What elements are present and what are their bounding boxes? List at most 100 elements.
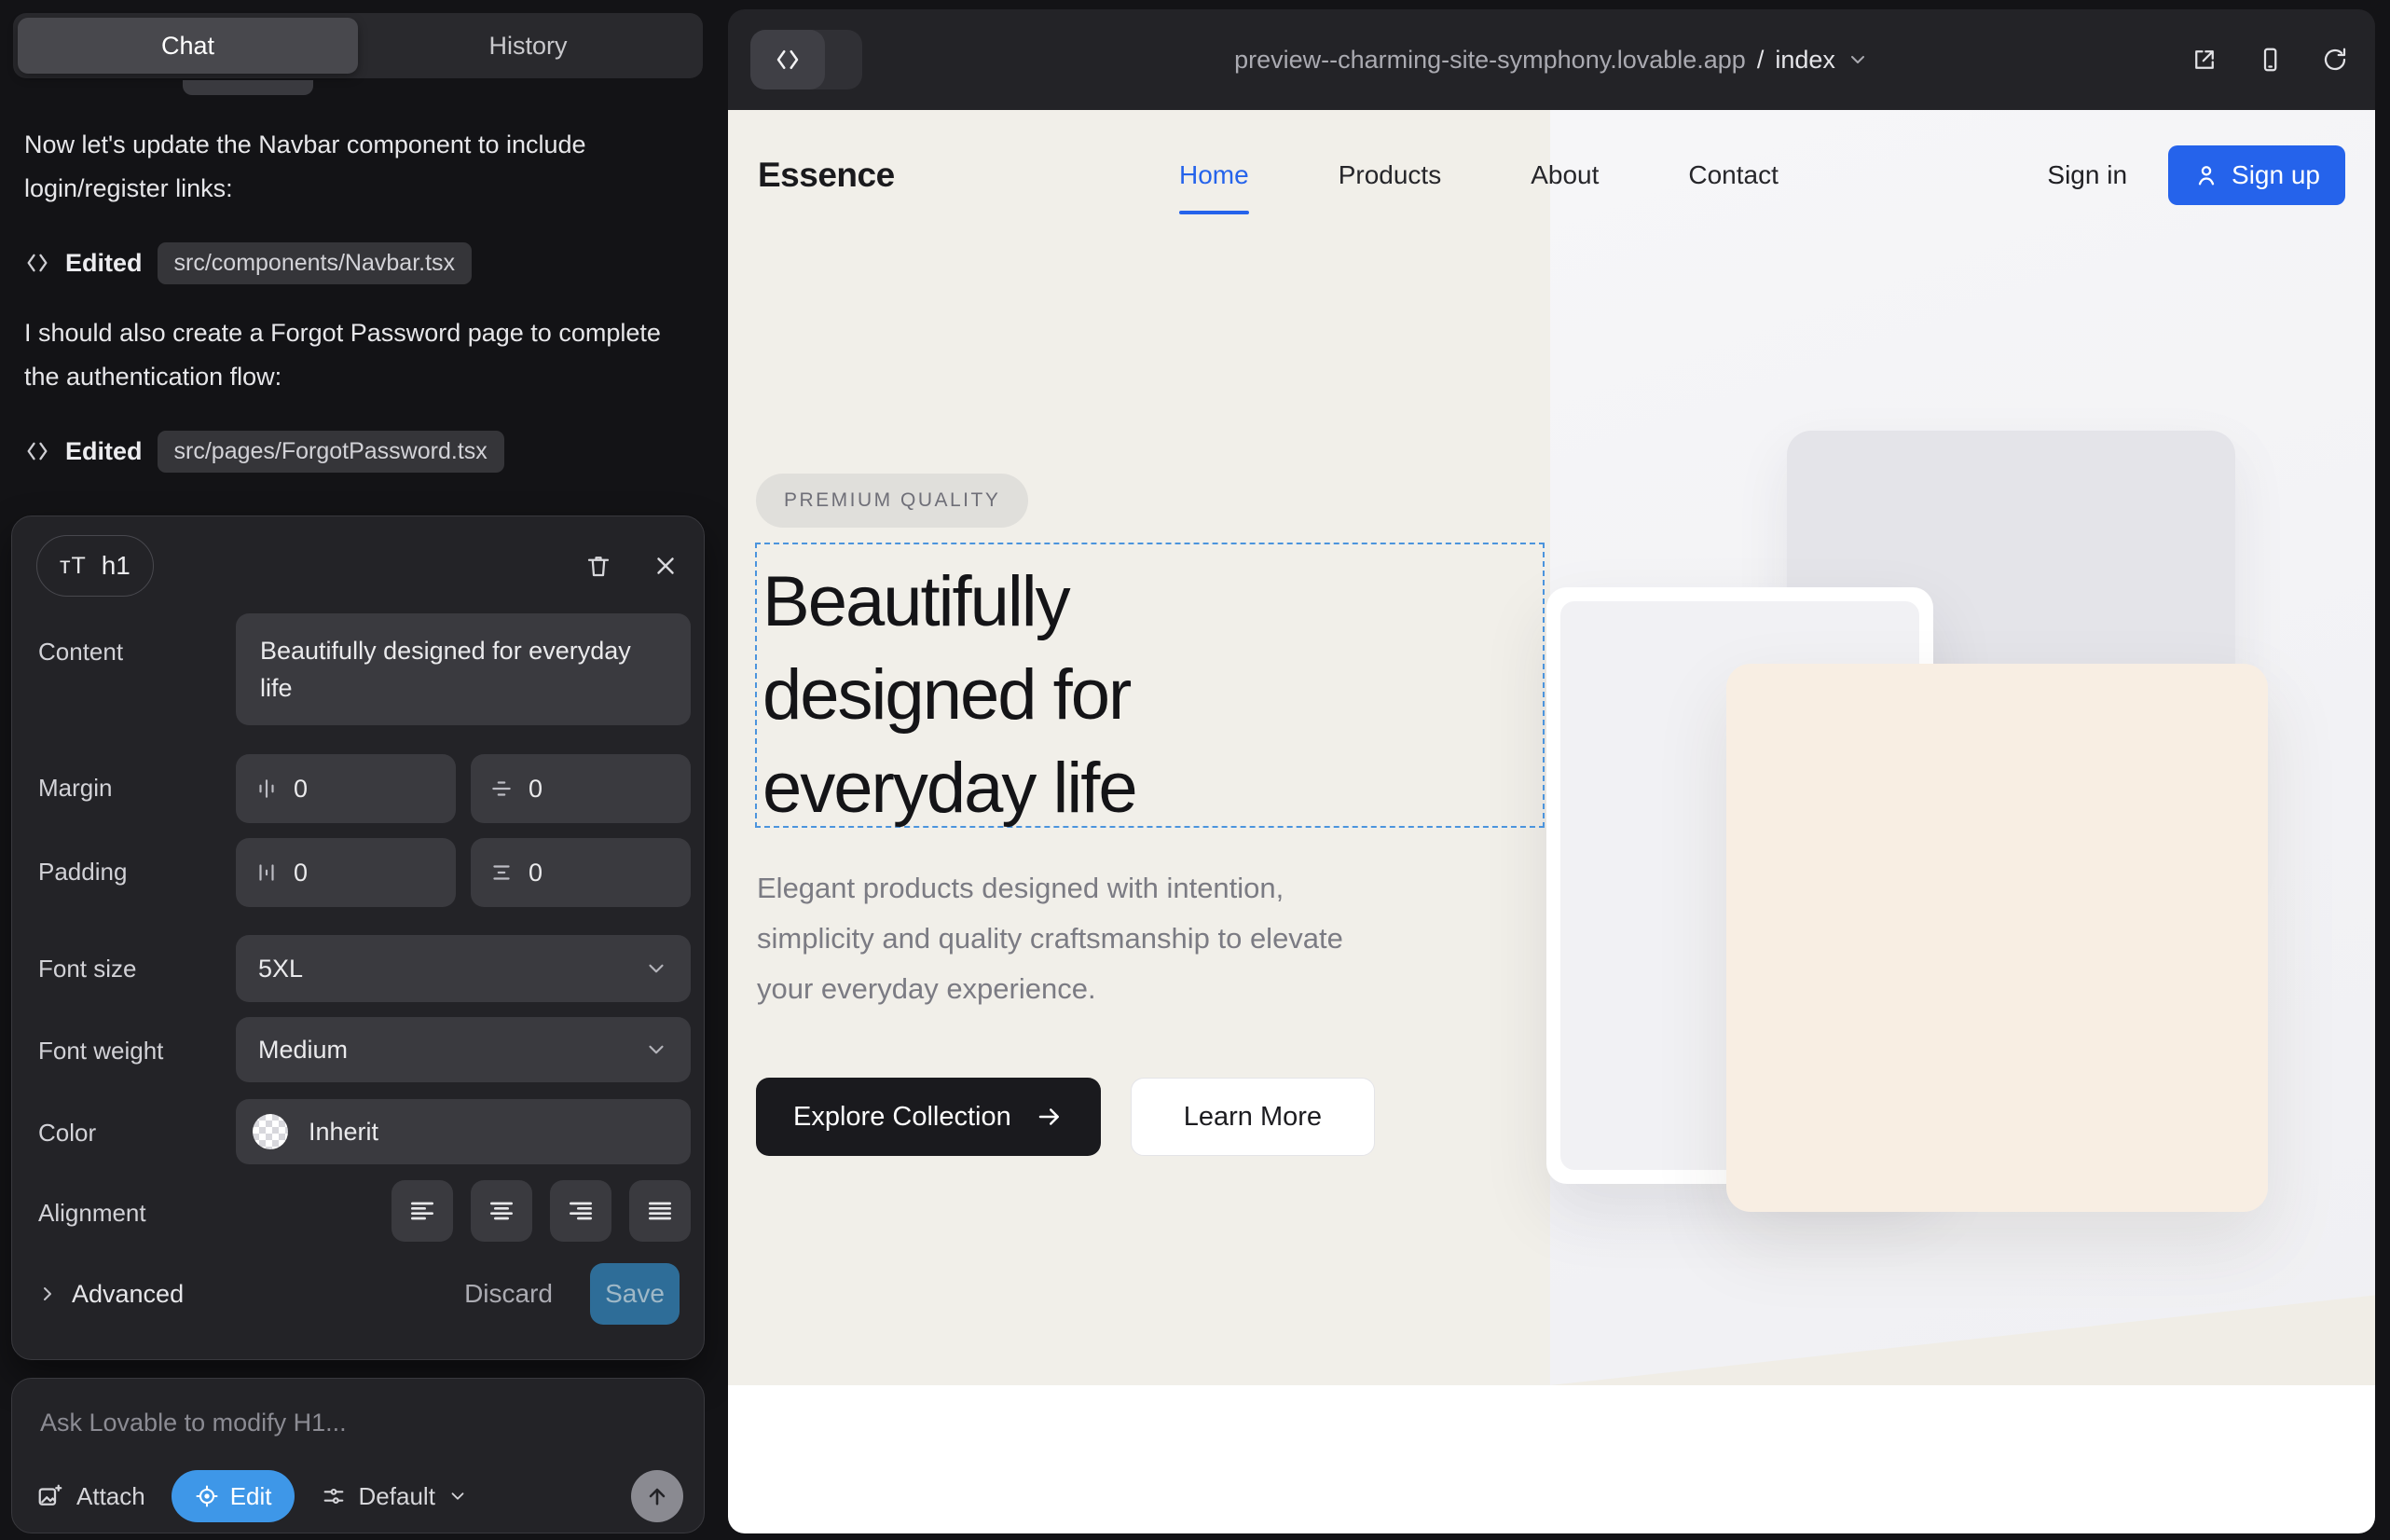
font-weight-select[interactable]: Medium — [236, 1017, 691, 1082]
align-right-button[interactable] — [550, 1180, 611, 1242]
padding-x-value: 0 — [294, 859, 308, 887]
tab-history[interactable]: History — [358, 18, 698, 74]
font-size-value: 5XL — [258, 955, 303, 983]
preview-window: preview--charming-site-symphony.lovable.… — [728, 9, 2375, 1533]
edited-file-row: Edited src/components/Navbar.tsx — [24, 241, 472, 285]
url-domain: preview--charming-site-symphony.lovable.… — [1234, 46, 1746, 75]
discard-button[interactable]: Discard — [464, 1279, 553, 1309]
url-page: index — [1775, 46, 1835, 75]
site-logo[interactable]: Essence — [758, 110, 895, 241]
content-field[interactable]: Beautifully designed for everyday life — [236, 613, 691, 725]
editor-footer: Advanced Discard Save — [36, 1262, 680, 1326]
edit-mode-button[interactable]: Edit — [172, 1470, 295, 1522]
edited-file-row: Edited src/pages/ForgotPassword.tsx — [24, 429, 504, 474]
align-center-button[interactable] — [471, 1180, 532, 1242]
chat-message: I should also create a Forgot Password p… — [24, 311, 677, 399]
font-size-select[interactable]: 5XL — [236, 935, 691, 1002]
selected-element-tag: тT h1 — [36, 535, 154, 597]
color-field[interactable]: Inherit — [236, 1099, 691, 1164]
padding-x-icon — [254, 860, 279, 885]
edited-label: Edited — [65, 249, 143, 278]
font-size-label: Font size — [38, 955, 137, 983]
padding-y-icon — [489, 860, 514, 885]
site-viewport: Essence Home Products About Contact Sign… — [728, 110, 2375, 1533]
trash-icon[interactable] — [584, 552, 612, 580]
chevron-down-icon — [644, 1038, 668, 1062]
nav-link-home[interactable]: Home — [1179, 160, 1249, 190]
chevron-right-icon — [36, 1283, 59, 1305]
image-plus-icon — [36, 1482, 64, 1510]
element-tag-name: h1 — [102, 551, 130, 581]
save-button[interactable]: Save — [590, 1263, 680, 1325]
target-icon — [194, 1483, 220, 1509]
attach-button[interactable]: Attach — [36, 1482, 145, 1511]
sign-in-link[interactable]: Sign in — [2047, 160, 2127, 190]
mode-select[interactable]: Default — [321, 1482, 468, 1511]
tab-chat[interactable]: Chat — [18, 18, 358, 74]
site-nav-links: Home Products About Contact — [1179, 110, 1779, 241]
close-icon[interactable] — [652, 552, 680, 580]
color-value: Inherit — [309, 1118, 378, 1147]
alignment-label: Alignment — [38, 1199, 146, 1228]
nav-link-products[interactable]: Products — [1339, 160, 1442, 190]
auth-actions: Sign in Sign up — [2047, 110, 2345, 241]
element-editor-panel: тT h1 Content Beautifully designed for e… — [11, 516, 705, 1360]
hero-description: Elegant products designed with intention… — [757, 863, 1363, 1014]
nav-link-about[interactable]: About — [1531, 160, 1599, 190]
explore-collection-button[interactable]: Explore Collection — [756, 1078, 1101, 1156]
send-button[interactable] — [631, 1470, 683, 1522]
sliders-icon — [321, 1483, 347, 1509]
preview-toolbar: preview--charming-site-symphony.lovable.… — [728, 9, 2375, 110]
padding-label: Padding — [38, 858, 127, 887]
padding-y-field[interactable]: 0 — [471, 838, 691, 907]
padding-y-value: 0 — [529, 859, 543, 887]
align-left-button[interactable] — [391, 1180, 453, 1242]
scrolled-message-chip — [183, 80, 313, 95]
edited-label: Edited — [65, 437, 143, 466]
code-icon — [24, 438, 50, 464]
learn-more-button[interactable]: Learn More — [1131, 1078, 1375, 1156]
color-swatch-icon — [253, 1114, 288, 1149]
open-external-icon[interactable] — [2191, 46, 2218, 74]
margin-y-value: 0 — [529, 775, 543, 804]
site-navbar: Essence Home Products About Contact Sign… — [728, 110, 2375, 241]
margin-y-field[interactable]: 0 — [471, 754, 691, 823]
selected-h1-element[interactable]: Beautifully designed for everyday life — [755, 543, 1545, 828]
nav-link-contact[interactable]: Contact — [1688, 160, 1779, 190]
padding-x-field[interactable]: 0 — [236, 838, 456, 907]
sign-up-button[interactable]: Sign up — [2168, 145, 2345, 205]
file-chip[interactable]: src/components/Navbar.tsx — [158, 242, 473, 284]
hero-heading: Beautifully designed for everyday life — [762, 556, 1350, 835]
arrow-right-icon — [1036, 1103, 1064, 1131]
chat-composer: Attach Edit Default — [11, 1378, 705, 1533]
margin-x-field[interactable]: 0 — [236, 754, 456, 823]
chat-history-tabs: Chat History — [13, 13, 703, 78]
editor-header: тT h1 — [36, 535, 680, 597]
composer-input[interactable] — [40, 1401, 676, 1444]
url-separator: / — [1757, 46, 1765, 75]
url-bar[interactable]: preview--charming-site-symphony.lovable.… — [728, 9, 2375, 110]
refresh-icon[interactable] — [2321, 46, 2349, 74]
margin-x-icon — [254, 777, 279, 801]
advanced-toggle[interactable]: Advanced — [36, 1280, 184, 1309]
decorative-card-cream — [1726, 664, 2268, 1212]
margin-y-icon — [489, 777, 514, 801]
typography-icon: тT — [60, 553, 87, 580]
margin-label: Margin — [38, 774, 112, 803]
chevron-down-icon — [644, 956, 668, 981]
color-label: Color — [38, 1119, 96, 1148]
mobile-device-icon[interactable] — [2256, 46, 2284, 74]
composer-toolbar: Attach Edit Default — [36, 1470, 683, 1522]
user-icon — [2193, 162, 2219, 188]
hero-cta-row: Explore Collection Learn More — [756, 1078, 1375, 1156]
preview-actions — [2191, 9, 2349, 110]
chevron-down-icon — [447, 1486, 468, 1506]
chat-message: Now let's update the Navbar component to… — [24, 123, 677, 211]
alignment-buttons — [236, 1180, 691, 1242]
premium-quality-badge: PREMIUM QUALITY — [756, 474, 1028, 528]
font-weight-label: Font weight — [38, 1037, 163, 1066]
content-label: Content — [38, 638, 123, 667]
font-weight-value: Medium — [258, 1036, 348, 1065]
file-chip[interactable]: src/pages/ForgotPassword.tsx — [158, 431, 504, 473]
align-justify-button[interactable] — [629, 1180, 691, 1242]
